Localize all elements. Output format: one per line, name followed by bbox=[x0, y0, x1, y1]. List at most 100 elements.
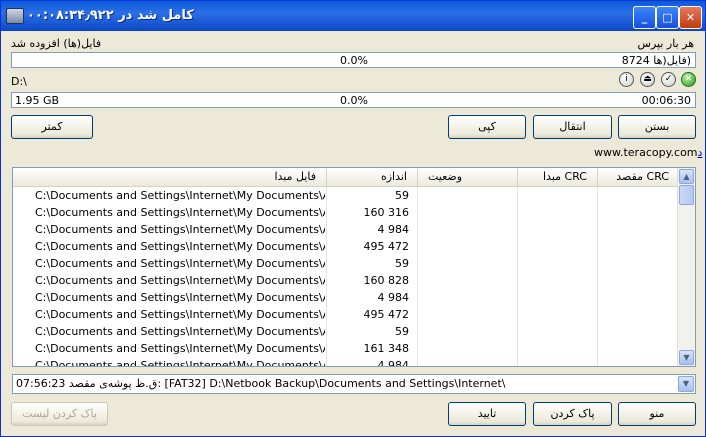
file-progress-bar: 0.0% (فایل(ها 8724 bbox=[11, 52, 696, 68]
source-crc-cell bbox=[517, 204, 598, 221]
log-combo-text: 07:56:23 ق.ظ پوشه‌ی مقصد: [FAT32] D:\Net… bbox=[16, 377, 506, 390]
table-row[interactable]: C:\Documents and Settings\Internet\My Do… bbox=[13, 238, 679, 255]
source-file-cell: C:\Documents and Settings\Internet\My Do… bbox=[35, 223, 325, 236]
source-file-cell: C:\Documents and Settings\Internet\My Do… bbox=[35, 206, 325, 219]
file-count-label: (فایل(ها 8724 bbox=[621, 54, 691, 67]
info-icon[interactable]: i bbox=[619, 72, 634, 87]
size-cell: 4 984 bbox=[326, 221, 409, 238]
table-row[interactable]: C:\Documents and Settings\Internet\My Do… bbox=[13, 289, 679, 306]
file-list-header: فایل مبدا اندازه وضعیت CRC مبدا CRC مقصد bbox=[13, 168, 679, 187]
cancel-icon[interactable]: ✕ bbox=[681, 72, 696, 87]
header-source-crc[interactable]: CRC مبدا bbox=[517, 168, 597, 186]
dest-crc-cell bbox=[597, 204, 680, 221]
clear-list-button[interactable]: پاک کردن لیست bbox=[11, 402, 108, 426]
source-file-cell: C:\Documents and Settings\Internet\My Do… bbox=[35, 342, 325, 355]
source-crc-cell bbox=[517, 238, 598, 255]
status-cell bbox=[417, 221, 518, 238]
app-icon bbox=[6, 8, 24, 24]
dest-crc-cell bbox=[597, 187, 680, 204]
status-cell bbox=[417, 238, 518, 255]
source-file-cell: C:\Documents and Settings\Internet\My Do… bbox=[35, 189, 325, 202]
check-icon[interactable]: ✓ bbox=[661, 72, 676, 87]
eject-icon[interactable]: ⏏ bbox=[640, 72, 655, 87]
source-file-cell: C:\Documents and Settings\Internet\My Do… bbox=[35, 291, 325, 304]
source-file-cell: C:\Documents and Settings\Internet\My Do… bbox=[35, 359, 325, 367]
dest-crc-cell bbox=[597, 238, 680, 255]
table-row[interactable]: C:\Documents and Settings\Internet\My Do… bbox=[13, 204, 679, 221]
close-window-button[interactable]: ✕ bbox=[679, 6, 702, 29]
file-progress-percent: 0.0% bbox=[340, 54, 368, 67]
status-cell bbox=[417, 289, 518, 306]
size-cell: 160 316 bbox=[326, 204, 409, 221]
window-title: کامل شد در ۰۰:۰۸:۳۴٫۹۲۲ bbox=[27, 8, 194, 23]
chevron-down-icon[interactable]: ▼ bbox=[678, 376, 694, 392]
source-crc-cell bbox=[517, 306, 598, 323]
move-button[interactable]: انتقال bbox=[533, 115, 612, 139]
dest-crc-cell bbox=[597, 357, 680, 366]
size-cell: 161 348 bbox=[326, 340, 409, 357]
teracopy-link[interactable]: www.teracopy.comد bbox=[594, 146, 702, 159]
menu-button[interactable]: منو bbox=[618, 402, 696, 426]
vertical-scrollbar[interactable]: ▲ ▼ bbox=[677, 168, 695, 366]
teracopy-window: کامل شد در ۰۰:۰۸:۳۴٫۹۲۲ _ □ ✕ فایل(ها) ا… bbox=[0, 0, 706, 437]
total-progress-percent: 0.0% bbox=[340, 94, 368, 107]
status-cell bbox=[417, 340, 518, 357]
status-cell bbox=[417, 255, 518, 272]
size-cell: 495 472 bbox=[326, 238, 409, 255]
confirm-button[interactable]: تایید bbox=[448, 402, 526, 426]
source-file-cell: C:\Documents and Settings\Internet\My Do… bbox=[35, 325, 325, 338]
source-crc-cell bbox=[517, 221, 598, 238]
maximize-button[interactable]: □ bbox=[656, 6, 679, 29]
header-source-file[interactable]: فایل مبدا bbox=[13, 168, 326, 186]
table-row[interactable]: C:\Documents and Settings\Internet\My Do… bbox=[13, 306, 679, 323]
table-row[interactable]: C:\Documents and Settings\Internet\My Do… bbox=[13, 187, 679, 204]
file-list[interactable]: فایل مبدا اندازه وضعیت CRC مبدا CRC مقصد… bbox=[12, 167, 696, 367]
table-row[interactable]: C:\Documents and Settings\Internet\My Do… bbox=[13, 357, 680, 367]
dest-crc-cell bbox=[597, 255, 680, 272]
drive-label: D:\ bbox=[11, 75, 27, 88]
dest-crc-cell bbox=[597, 340, 680, 357]
table-row[interactable]: C:\Documents and Settings\Internet\My Do… bbox=[13, 272, 679, 289]
scroll-down-icon[interactable]: ▼ bbox=[679, 350, 694, 365]
log-combo[interactable]: 07:56:23 ق.ظ پوشه‌ی مقصد: [FAT32] D:\Net… bbox=[12, 374, 696, 394]
header-size[interactable]: اندازه bbox=[326, 168, 417, 186]
source-file-cell: C:\Documents and Settings\Internet\My Do… bbox=[35, 240, 325, 253]
less-button[interactable]: کمتر bbox=[11, 115, 93, 139]
status-cell bbox=[417, 323, 518, 340]
source-crc-cell bbox=[517, 272, 598, 289]
total-size-label: 1.95 GB bbox=[15, 94, 60, 107]
teracopy-link-suffix[interactable]: د bbox=[698, 146, 703, 159]
source-crc-cell bbox=[517, 255, 598, 272]
table-row[interactable]: C:\Documents and Settings\Internet\My Do… bbox=[13, 340, 679, 357]
dest-crc-cell bbox=[597, 306, 680, 323]
size-cell: 495 472 bbox=[326, 306, 409, 323]
source-crc-cell bbox=[517, 323, 598, 340]
size-cell: 59 bbox=[326, 187, 409, 204]
header-dest-crc[interactable]: CRC مقصد bbox=[597, 168, 679, 186]
files-added-label: فایل(ها) افزوده شد bbox=[11, 37, 102, 50]
table-row[interactable]: C:\Documents and Settings\Internet\My Do… bbox=[13, 221, 679, 238]
minimize-button[interactable]: _ bbox=[633, 6, 656, 29]
source-crc-cell bbox=[517, 289, 598, 306]
size-cell: 4 984 bbox=[326, 289, 409, 306]
size-cell: 160 828 bbox=[326, 272, 409, 289]
source-file-cell: C:\Documents and Settings\Internet\My Do… bbox=[35, 274, 325, 287]
size-cell: 59 bbox=[326, 323, 409, 340]
status-cell bbox=[417, 204, 518, 221]
dest-crc-cell bbox=[597, 289, 680, 306]
time-remaining-label: 00:06:30 bbox=[641, 94, 691, 107]
table-row[interactable]: C:\Documents and Settings\Internet\My Do… bbox=[13, 323, 679, 340]
dest-crc-cell bbox=[597, 272, 680, 289]
copy-button[interactable]: کپی bbox=[448, 115, 526, 139]
close-button[interactable]: بستن bbox=[618, 115, 696, 139]
teracopy-url[interactable]: www.teracopy.com bbox=[594, 146, 698, 159]
total-progress-bar: 1.95 GB 0.0% 00:06:30 bbox=[11, 92, 696, 108]
table-row[interactable]: C:\Documents and Settings\Internet\My Do… bbox=[13, 255, 679, 272]
size-cell: 4 984 bbox=[326, 357, 409, 366]
title-bar[interactable]: کامل شد در ۰۰:۰۸:۳۴٫۹۲۲ _ □ ✕ bbox=[1, 1, 705, 31]
clear-button[interactable]: پاک کردن bbox=[533, 402, 612, 426]
header-status[interactable]: وضعیت bbox=[417, 168, 517, 186]
scroll-up-icon[interactable]: ▲ bbox=[679, 169, 694, 184]
scroll-thumb[interactable] bbox=[679, 185, 694, 205]
ask-every-time-label: هر بار بپرس bbox=[637, 37, 694, 50]
